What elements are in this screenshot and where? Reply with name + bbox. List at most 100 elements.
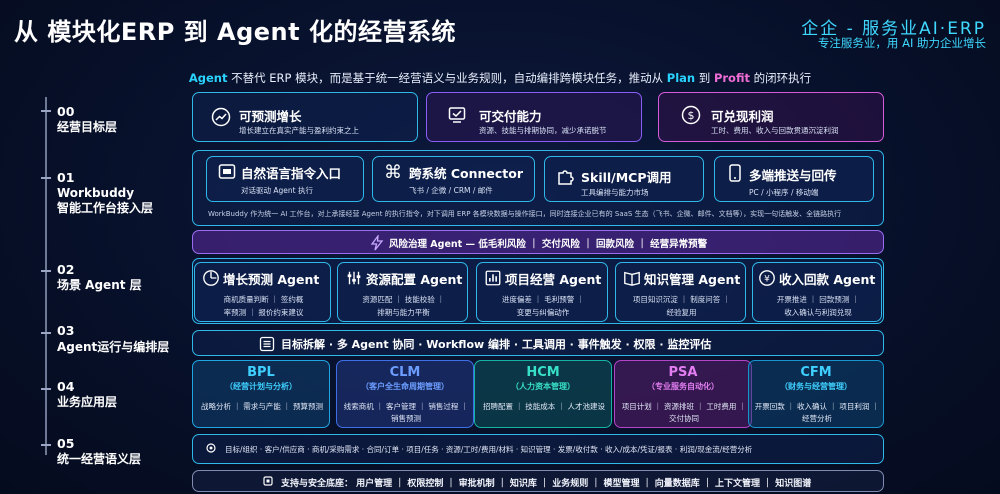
orchestration-bar[interactable]: 目标拆解 · 多 Agent 协同 · Workflow 编排 · 工具调用 ·… bbox=[192, 330, 884, 356]
goal-desc: 资源、技能与排期协同，减少承诺脱节 bbox=[479, 126, 607, 135]
app-card-psa[interactable]: PSA （专业服务自动化） 项目计划 ｜ 资源排班 ｜ 工时费用 ｜ 交付协同 bbox=[614, 360, 752, 428]
app-title: CFM bbox=[800, 365, 832, 380]
sliders-icon bbox=[344, 268, 364, 288]
app-title: PSA bbox=[668, 365, 698, 380]
lightning-icon bbox=[367, 233, 387, 253]
orchestration-text: 目标拆解 · 多 Agent 协同 · Workflow 编排 · 工具调用 ·… bbox=[281, 338, 712, 351]
goal-card-profit: $ 可兑现利润 工时、费用、收入与回款贯通沉淀利润 bbox=[658, 92, 884, 142]
agent-card-project-operation[interactable]: 项目经营 Agent 进度偏差 ｜ 毛利预警 ｜ 变更与纠偏动作 bbox=[476, 262, 608, 322]
workbuddy-item-multi-push[interactable]: 多端推送与回传 PC / 小程序 / 移动端 bbox=[714, 156, 874, 202]
page-subtitle: Agent 不替代 ERP 模块，而是基于统一经营语义与业务规则，自动编排跨模块… bbox=[0, 70, 1000, 86]
goal-title: 可预测增长 bbox=[239, 109, 302, 124]
subtitle-agent: Agent bbox=[188, 71, 228, 85]
goal-card-predictable-growth: 可预测增长 增长建立在真实产能与盈利约束之上 bbox=[192, 92, 418, 142]
bar-chart-icon bbox=[483, 268, 503, 288]
svg-text:¥: ¥ bbox=[764, 275, 770, 285]
goal-desc: 增长建立在真实产能与盈利约束之上 bbox=[239, 126, 359, 135]
target-dot-icon bbox=[203, 440, 219, 456]
semantic-bar-text: 目标/组织 · 客户/供应商 · 商机/采购需求 · 合同/订单 · 项目/任务… bbox=[225, 445, 753, 454]
app-card-cfm[interactable]: CFM （财务与经营管理） 开票回款 ｜ 收入确认 ｜ 项目利润 ｜ 经营分析 bbox=[748, 360, 884, 428]
workbuddy-item-nl-entry[interactable]: 自然语言指令入口 对话驱动 Agent 执行 bbox=[206, 156, 364, 202]
app-desc: 战略分析 ｜ 需求与产能 ｜ 预算预测 bbox=[200, 402, 324, 411]
support-bar-text: 支持与安全底座： 用户管理 ｜ 权限控制 ｜ 审批机制 ｜ 知识库 ｜ 业务规则… bbox=[281, 479, 812, 489]
workbuddy-item-title: 多端推送与回传 bbox=[749, 168, 837, 183]
goal-title: 可交付能力 bbox=[479, 109, 542, 124]
agent-card-revenue-collection[interactable]: ¥ 收入回款 Agent 开票推进 ｜ 回款预测 ｜ 收入确认与利润兑现 bbox=[752, 262, 882, 322]
support-security-bar[interactable]: 支持与安全底座： 用户管理 ｜ 权限控制 ｜ 审批机制 ｜ 知识库 ｜ 业务规则… bbox=[192, 470, 884, 492]
app-title: CLM bbox=[389, 365, 421, 380]
layer-01-name: Workbuddy 智能工作台接入层 bbox=[57, 186, 154, 215]
timeline-tick bbox=[41, 332, 51, 334]
goal-card-deliverable: 可交付能力 资源、技能与排期协同，减少承诺脱节 bbox=[426, 92, 642, 142]
risk-bar-text: 风险治理 Agent — 低毛利风险 ｜ 交付风险 ｜ 回款风险 ｜ 经营异常预… bbox=[389, 239, 708, 250]
layer-03-number: 03 bbox=[57, 323, 75, 338]
subtitle-text-3: 的闭环执行 bbox=[749, 71, 812, 85]
agent-title: 知识管理 Agent bbox=[644, 272, 741, 287]
app-card-bpl[interactable]: BPL （经营计划与分析） 战略分析 ｜ 需求与产能 ｜ 预算预测 bbox=[192, 360, 330, 428]
app-card-hcm[interactable]: HCM （人力资本管理） 招聘配置 ｜ 技能成本 ｜ 人才池建设 bbox=[474, 360, 612, 428]
brand-tagline: 专注服务业，用 AI 助力企业增长 bbox=[817, 36, 986, 50]
subtitle-text-2: 到 bbox=[695, 71, 714, 85]
app-desc: 线索商机 ｜ 客户管理 ｜ 销售过程 ｜ 销售预测 bbox=[343, 402, 469, 423]
agent-desc: 项目知识沉淀 ｜ 制度问答 ｜ 经验复用 bbox=[632, 295, 731, 317]
page-title: 从 模块化ERP 到 Agent 化的经营系统 bbox=[14, 18, 456, 46]
chat-window-icon bbox=[217, 162, 237, 182]
layer-02-number: 02 bbox=[57, 262, 75, 277]
app-desc: 项目计划 ｜ 资源排班 ｜ 工时费用 ｜ 交付协同 bbox=[621, 402, 747, 423]
svg-text:$: $ bbox=[688, 109, 695, 122]
list-icon bbox=[257, 334, 277, 354]
layer-05-number: 05 bbox=[57, 436, 75, 451]
app-desc: 开票回款 ｜ 收入确认 ｜ 项目利润 ｜ 经营分析 bbox=[754, 402, 880, 423]
layer-04-number: 04 bbox=[57, 379, 75, 394]
app-card-clm[interactable]: CLM （客户全生命周期管理） 线索商机 ｜ 客户管理 ｜ 销售过程 ｜ 销售预… bbox=[336, 360, 474, 428]
layer-03-name: Agent运行与编排层 bbox=[57, 340, 170, 354]
agent-card-resource-allocation[interactable]: 资源配置 Agent 资源匹配 ｜ 技能校验 ｜ 排期与能力平衡 bbox=[337, 262, 468, 322]
semantic-layer-bar[interactable]: 目标/组织 · 客户/供应商 · 商机/采购需求 · 合同/订单 · 项目/任务… bbox=[192, 434, 884, 464]
agent-title: 增长预测 Agent bbox=[223, 272, 320, 287]
goal-desc: 工时、费用、收入与回款贯通沉淀利润 bbox=[711, 126, 839, 135]
layer-05-name: 统一经营语义层 bbox=[57, 452, 142, 466]
workbuddy-item-skill-mcp[interactable]: Skill/MCP调用 工具编排与能力市场 bbox=[544, 156, 704, 202]
agent-desc: 商机质量判断 ｜ 签约概 率预测 ｜ 报价约束建议 bbox=[223, 295, 304, 317]
timeline-tick bbox=[41, 110, 51, 112]
dollar-coin-icon: $ bbox=[681, 105, 701, 125]
risk-governance-bar[interactable]: 风险治理 Agent — 低毛利风险 ｜ 交付风险 ｜ 回款风险 ｜ 经营异常预… bbox=[192, 230, 884, 254]
workbuddy-note: WorkBuddy 作为统一 AI 工作台，对上承接经营 Agent 的执行指令… bbox=[208, 210, 842, 218]
agent-card-knowledge-management[interactable]: 知识管理 Agent 项目知识沉淀 ｜ 制度问答 ｜ 经验复用 bbox=[615, 262, 746, 322]
agent-title: 项目经营 Agent bbox=[505, 272, 602, 287]
app-subtitle: （客户全生命周期管理） bbox=[361, 382, 449, 391]
workbuddy-item-title: 跨系统 Connector bbox=[409, 166, 524, 181]
puzzle-icon bbox=[555, 167, 575, 187]
agent-title: 收入回款 Agent bbox=[779, 272, 876, 287]
layer-04-name: 业务应用层 bbox=[57, 395, 118, 409]
layer-00-name: 经营目标层 bbox=[57, 120, 118, 134]
subtitle-text-1: 不替代 ERP 模块，而是基于统一经营语义与业务规则，自动编排跨模块任务，推动从 bbox=[227, 71, 667, 85]
pie-clock-icon bbox=[201, 268, 221, 288]
app-desc: 招聘配置 ｜ 技能成本 ｜ 人才池建设 bbox=[482, 402, 606, 411]
goal-title: 可兑现利润 bbox=[711, 109, 774, 124]
yen-coin-icon: ¥ bbox=[757, 268, 777, 288]
agent-desc: 资源匹配 ｜ 技能校验 ｜ 排期与能力平衡 bbox=[362, 295, 445, 317]
subtitle-plan: Plan bbox=[666, 71, 696, 85]
subtitle-profit: Profit bbox=[713, 71, 750, 85]
delivery-check-icon bbox=[447, 105, 467, 125]
agent-desc: 进度偏差 ｜ 毛利预警 ｜ 变更与纠偏动作 bbox=[501, 295, 585, 317]
layer-02-name: 场景 Agent 层 bbox=[57, 278, 142, 292]
workbuddy-item-title: 自然语言指令入口 bbox=[241, 166, 342, 181]
open-book-icon bbox=[622, 268, 642, 288]
app-subtitle: （经营计划与分析） bbox=[225, 382, 297, 391]
agent-title: 资源配置 Agent bbox=[366, 272, 463, 287]
workbuddy-item-desc: 飞书 / 企微 / CRM / 邮件 bbox=[409, 186, 493, 195]
workbuddy-item-desc: PC / 小程序 / 移动端 bbox=[749, 188, 819, 197]
app-subtitle: （人力资本管理） bbox=[511, 382, 575, 391]
timeline-tick bbox=[41, 270, 51, 272]
agent-card-growth-forecast[interactable]: 增长预测 Agent 商机质量判断 ｜ 签约概 率预测 ｜ 报价约束建议 bbox=[194, 262, 331, 322]
workbuddy-item-desc: 工具编排与能力市场 bbox=[581, 188, 649, 197]
mobile-phone-icon bbox=[725, 163, 745, 183]
timeline-tick bbox=[41, 388, 51, 390]
layer-01-number: 01 bbox=[57, 170, 75, 185]
workbuddy-item-connector[interactable]: ⌘ 跨系统 Connector 飞书 / 企微 / CRM / 邮件 bbox=[372, 156, 535, 202]
growth-chart-icon bbox=[211, 107, 231, 127]
timeline-line bbox=[45, 97, 47, 455]
app-subtitle: （财务与经营管理） bbox=[780, 382, 852, 391]
